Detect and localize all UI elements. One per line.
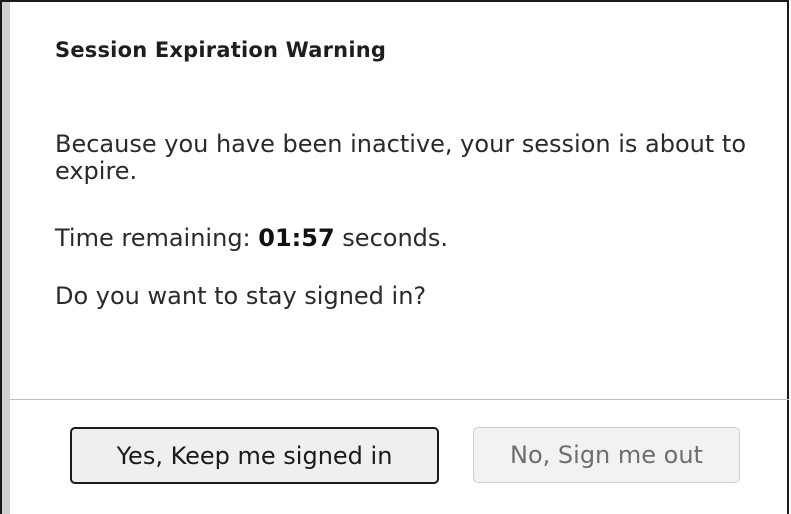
time-remaining-label: Time remaining: bbox=[55, 224, 259, 252]
stay-signed-in-question: Do you want to stay signed in? bbox=[55, 282, 427, 310]
time-remaining-value: 01:57 bbox=[258, 224, 335, 252]
dialog-title: Session Expiration Warning bbox=[55, 38, 387, 62]
inactivity-message: Because you have been inactive, your ses… bbox=[55, 130, 747, 185]
session-expiration-dialog: Session Expiration Warning Because you h… bbox=[0, 0, 789, 514]
keep-signed-in-button[interactable]: Yes, Keep me signed in bbox=[70, 427, 439, 484]
sign-out-button[interactable]: No, Sign me out bbox=[473, 427, 740, 483]
time-remaining-unit: seconds. bbox=[334, 224, 449, 252]
time-remaining-line: Time remaining: 01:57 seconds. bbox=[55, 224, 448, 252]
footer-divider bbox=[10, 399, 789, 400]
dialog-left-accent bbox=[2, 2, 10, 514]
